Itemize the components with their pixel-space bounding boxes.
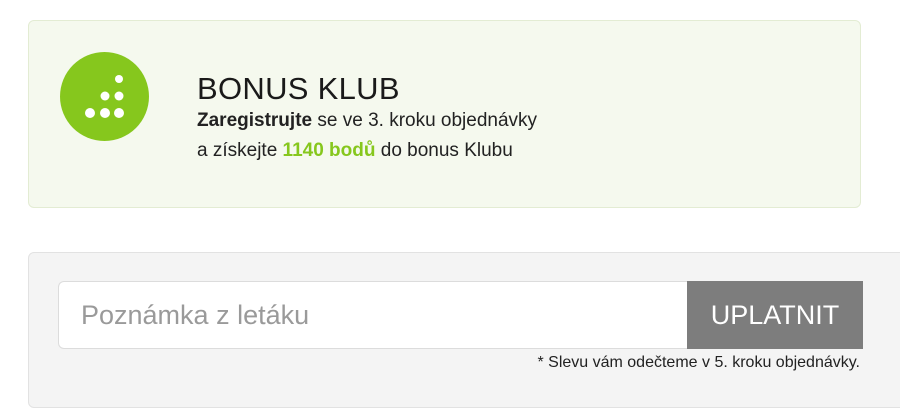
bonus-points: 1140 bodů bbox=[282, 140, 376, 161]
page: BONUS KLUB Zaregistrujte se ve 3. kroku … bbox=[0, 0, 900, 410]
bonus-club-title: BONUS KLUB bbox=[197, 71, 400, 106]
register-text: se ve 3. kroku objednávky bbox=[312, 110, 538, 131]
register-emphasis: Zaregistrujte bbox=[197, 110, 313, 131]
bonus-dots-icon bbox=[60, 52, 149, 141]
discount-hint: * Slevu vám odečteme v 5. kroku objednáv… bbox=[537, 354, 860, 371]
apply-button[interactable]: UPLATNIT bbox=[687, 281, 863, 349]
bonus-club-description: Zaregistrujte se ve 3. kroku objednávky … bbox=[197, 106, 537, 166]
bonus-club-card: BONUS KLUB Zaregistrujte se ve 3. kroku … bbox=[28, 20, 861, 208]
earn-text-end: do bonus Klubu bbox=[375, 140, 513, 161]
leaflet-note-input[interactable] bbox=[58, 281, 688, 349]
earn-text-start: a získejte bbox=[197, 140, 283, 161]
leaflet-note-section: UPLATNIT * Slevu vám odečteme v 5. kroku… bbox=[28, 252, 900, 408]
